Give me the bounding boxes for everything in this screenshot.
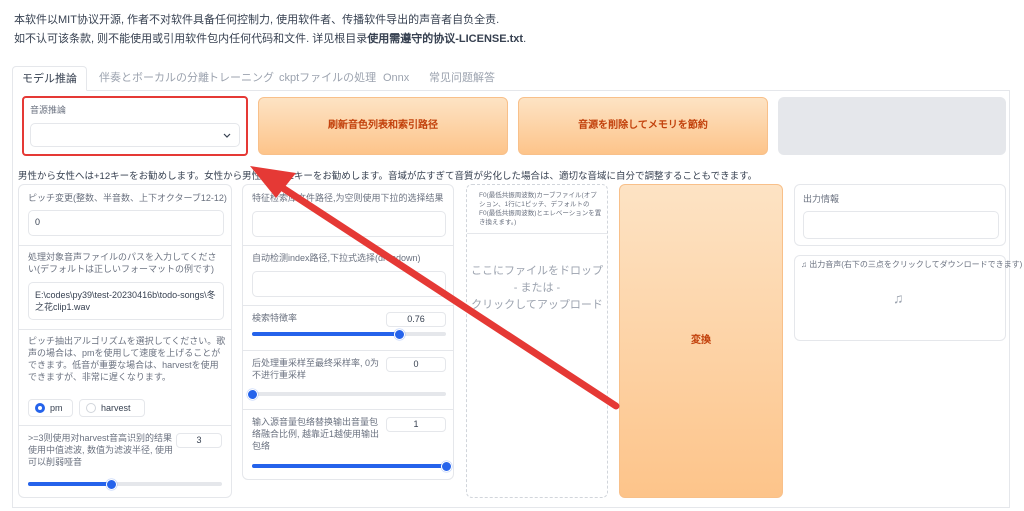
annotation-arrow (250, 166, 620, 410)
arrow-shaft (268, 177, 620, 410)
